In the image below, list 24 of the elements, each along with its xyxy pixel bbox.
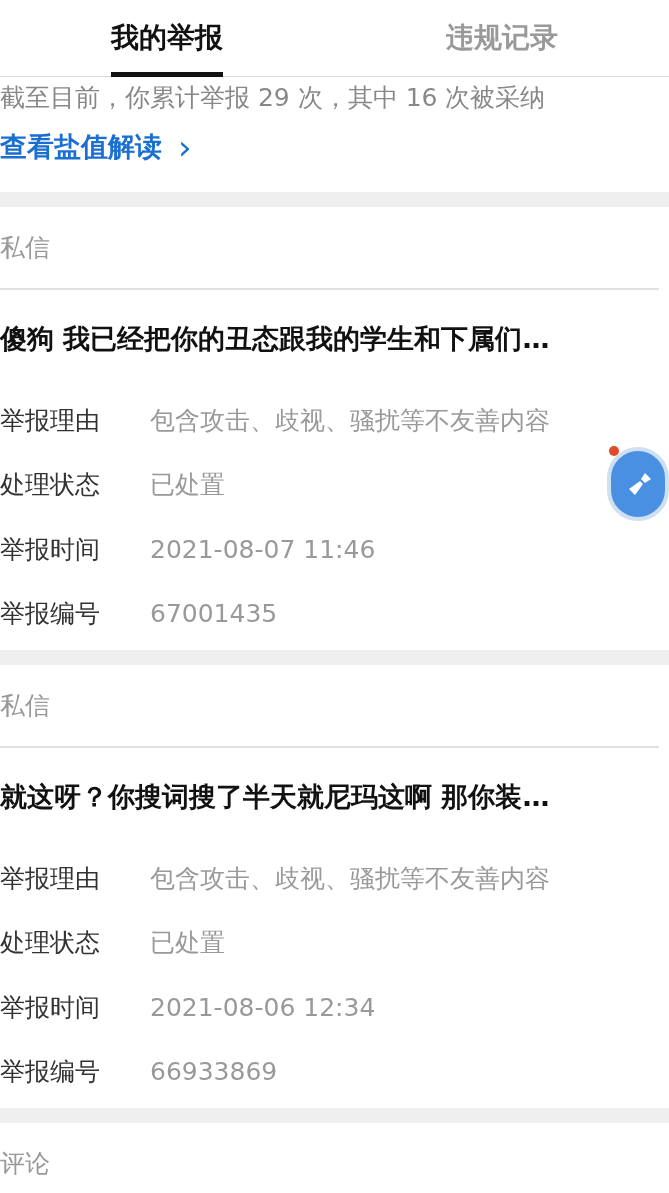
field-label: 举报时间 [0, 991, 101, 1024]
field-value: 2021-08-06 12:34 [150, 991, 376, 1024]
field-value: 包含攻击、歧视、骚扰等不友善内容 [150, 862, 550, 895]
field-label: 举报理由 [0, 862, 101, 895]
tab[interactable]: 违规记录 [445, 0, 558, 77]
field-label: 举报理由 [0, 404, 101, 437]
field-value: 66933869 [150, 1056, 278, 1088]
field-label: 举报编号 [0, 1056, 101, 1088]
field-label: 处理状态 [0, 469, 101, 501]
field-value: 包含攻击、歧视、骚扰等不友善内容 [150, 404, 550, 437]
reported-message: 傻狗 我已经把你的丑态跟我的学生和下属们… [0, 321, 551, 356]
field-value: 已处置 [150, 469, 225, 501]
field-value: 67001435 [150, 598, 278, 630]
field-value: 已处置 [150, 927, 225, 959]
report-type: 私信 [0, 231, 50, 264]
report-summary: 截至目前，你累计举报 29 次，其中 16 次被采纳 [0, 82, 546, 114]
salt-value-link[interactable]: 查看盐值解读 › [0, 127, 192, 168]
report-type: 评论 [0, 1147, 50, 1180]
field-label: 举报时间 [0, 533, 101, 566]
field-label: 举报编号 [0, 598, 101, 630]
report-type: 私信 [0, 689, 50, 722]
reported-message: 就这呀？你搜词搜了半天就尼玛这啊 那你装… [0, 779, 551, 814]
field-label: 处理状态 [0, 927, 101, 959]
field-value: 2021-08-07 11:46 [150, 533, 376, 566]
